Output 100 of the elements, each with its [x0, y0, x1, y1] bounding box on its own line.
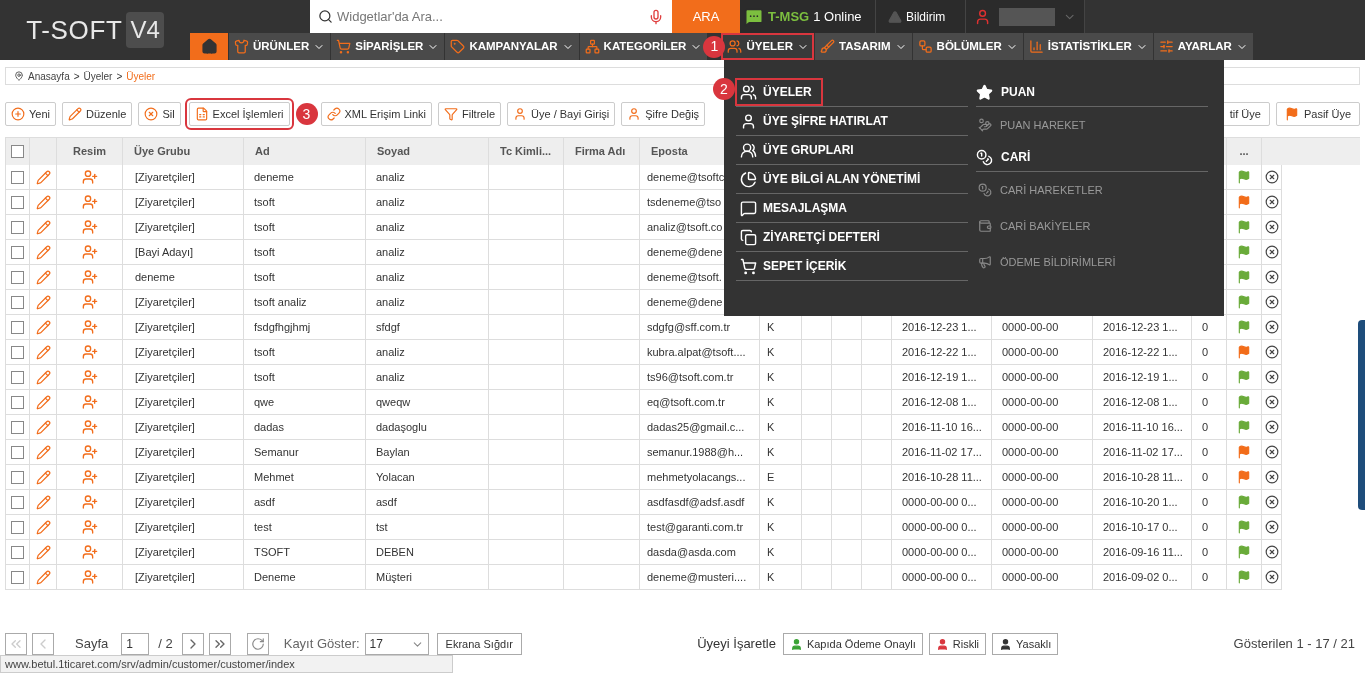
user-arrow-icon[interactable] — [81, 219, 98, 235]
user-menu[interactable] — [966, 0, 1085, 33]
logo[interactable]: T-SOFT V4 — [0, 0, 190, 60]
edit-icon[interactable] — [35, 369, 51, 385]
user-arrow-icon[interactable] — [81, 169, 98, 185]
delete-icon[interactable] — [1264, 270, 1279, 284]
user-arrow-icon[interactable] — [81, 369, 98, 385]
menu-item[interactable]: ÜYELER — [736, 79, 822, 105]
delete-icon[interactable] — [1264, 170, 1279, 184]
menu-item[interactable]: ÜYE ŞİFRE HATIRLAT — [736, 108, 892, 134]
toolbar-button[interactable]: Pasif Üye — [1275, 102, 1360, 126]
mark-button[interactable]: Riskli — [928, 633, 987, 655]
toolbar-button[interactable]: Filtrele — [438, 102, 502, 126]
status-flag-icon[interactable] — [1237, 370, 1251, 384]
user-arrow-icon[interactable] — [81, 244, 98, 260]
user-arrow-icon[interactable] — [81, 194, 98, 210]
edit-icon[interactable] — [35, 519, 51, 535]
status-flag-icon[interactable] — [1237, 245, 1251, 259]
nav-tab[interactable]: SİPARİŞLER — [330, 33, 445, 60]
status-flag-icon[interactable] — [1237, 445, 1251, 459]
status-flag-icon[interactable] — [1237, 570, 1251, 584]
breadcrumb-link[interactable]: Anasayfa — [28, 68, 70, 84]
column-header[interactable]: Soyad — [377, 143, 410, 160]
edit-icon[interactable] — [35, 194, 51, 210]
edit-icon[interactable] — [35, 169, 51, 185]
user-arrow-icon[interactable] — [81, 394, 98, 410]
toolbar-button[interactable]: Şifre Değiş — [621, 102, 706, 126]
column-header[interactable]: Resim — [73, 143, 106, 160]
edit-icon[interactable] — [35, 294, 51, 310]
column-header[interactable]: Eposta — [651, 143, 688, 160]
user-arrow-icon[interactable] — [81, 569, 98, 585]
delete-icon[interactable] — [1264, 245, 1279, 259]
edit-icon[interactable] — [35, 344, 51, 360]
status-flag-icon[interactable] — [1237, 420, 1251, 434]
delete-icon[interactable] — [1264, 445, 1279, 459]
mark-button[interactable]: Yasaklı — [992, 633, 1059, 655]
menu-item[interactable]: PUAN — [976, 83, 1035, 101]
status-flag-icon[interactable] — [1237, 395, 1251, 409]
edit-icon[interactable] — [35, 419, 51, 435]
status-flag-icon[interactable] — [1237, 170, 1251, 184]
user-arrow-icon[interactable] — [81, 269, 98, 285]
edit-icon[interactable] — [35, 469, 51, 485]
checkbox[interactable] — [11, 445, 24, 459]
user-arrow-icon[interactable] — [81, 344, 98, 360]
edit-icon[interactable] — [35, 319, 51, 335]
user-arrow-icon[interactable] — [81, 519, 98, 535]
search-field[interactable]: Widgetlar'da Ara... — [310, 0, 672, 33]
side-panel-handle[interactable] — [1358, 320, 1365, 510]
delete-icon[interactable] — [1264, 195, 1279, 209]
edit-icon[interactable] — [35, 219, 51, 235]
user-arrow-icon[interactable] — [81, 419, 98, 435]
user-arrow-icon[interactable] — [81, 319, 98, 335]
delete-icon[interactable] — [1264, 370, 1279, 384]
page-field[interactable]: 1 — [121, 633, 150, 655]
nav-tab[interactable]: BÖLÜMLER — [911, 33, 1023, 60]
delete-icon[interactable] — [1264, 495, 1279, 509]
nav-tab[interactable]: KATEGORİLER — [578, 33, 708, 60]
checkbox[interactable] — [11, 570, 24, 584]
delete-icon[interactable] — [1264, 220, 1279, 234]
toolbar-button[interactable]: Yeni — [5, 102, 56, 126]
status-flag-icon[interactable] — [1237, 195, 1251, 209]
delete-icon[interactable] — [1264, 420, 1279, 434]
edit-icon[interactable] — [35, 444, 51, 460]
delete-icon[interactable] — [1264, 520, 1279, 534]
delete-icon[interactable] — [1264, 345, 1279, 359]
menu-item[interactable]: PUAN HAREKET — [976, 116, 1086, 134]
menu-item[interactable]: ÖDEME BİLDİRİMLERİ — [976, 253, 1116, 271]
menu-item[interactable]: CARİ HAREKETLER — [976, 181, 1103, 199]
edit-icon[interactable] — [35, 244, 51, 260]
menu-item[interactable]: SEPET İÇERİK — [736, 253, 851, 279]
column-header[interactable]: ... — [1239, 143, 1249, 160]
nav-tab[interactable]: AYARLAR — [1152, 33, 1253, 60]
user-arrow-icon[interactable] — [81, 544, 98, 560]
search-input[interactable]: Widgetlar'da Ara... — [337, 6, 644, 27]
microphone-icon[interactable] — [648, 8, 664, 25]
menu-item[interactable]: ZİYARETÇİ DEFTERİ — [736, 224, 884, 250]
column-header[interactable]: Firma Adı — [575, 143, 626, 160]
page-button[interactable] — [208, 633, 231, 655]
delete-icon[interactable] — [1264, 395, 1279, 409]
menu-item[interactable]: ÜYE GRUPLARI — [736, 137, 858, 163]
column-header[interactable]: Üye Grubu — [134, 143, 191, 160]
checkbox[interactable] — [11, 320, 24, 334]
toolbar-button[interactable]: Düzenle — [62, 102, 133, 126]
edit-icon[interactable] — [35, 269, 51, 285]
nav-tab[interactable]: İSTATİSTİKLER — [1022, 33, 1153, 60]
nav-tab[interactable]: KAMPANYALAR — [444, 33, 579, 60]
delete-icon[interactable] — [1264, 570, 1279, 584]
status-flag-icon[interactable] — [1237, 320, 1251, 334]
checkbox[interactable] — [11, 395, 24, 409]
checkbox[interactable] — [11, 270, 24, 284]
checkbox[interactable] — [11, 470, 24, 484]
checkbox[interactable] — [11, 195, 24, 209]
checkbox[interactable] — [11, 495, 24, 509]
checkbox[interactable] — [11, 220, 24, 234]
checkbox[interactable] — [11, 170, 24, 184]
menu-item[interactable]: CARİ — [976, 148, 1031, 166]
column-header[interactable]: Ad — [255, 143, 270, 160]
toolbar-button[interactable]: Üye / Bayi Girişi — [507, 102, 616, 126]
status-flag-icon[interactable] — [1237, 495, 1251, 509]
notifications-button[interactable]: Bildirim — [876, 0, 966, 33]
